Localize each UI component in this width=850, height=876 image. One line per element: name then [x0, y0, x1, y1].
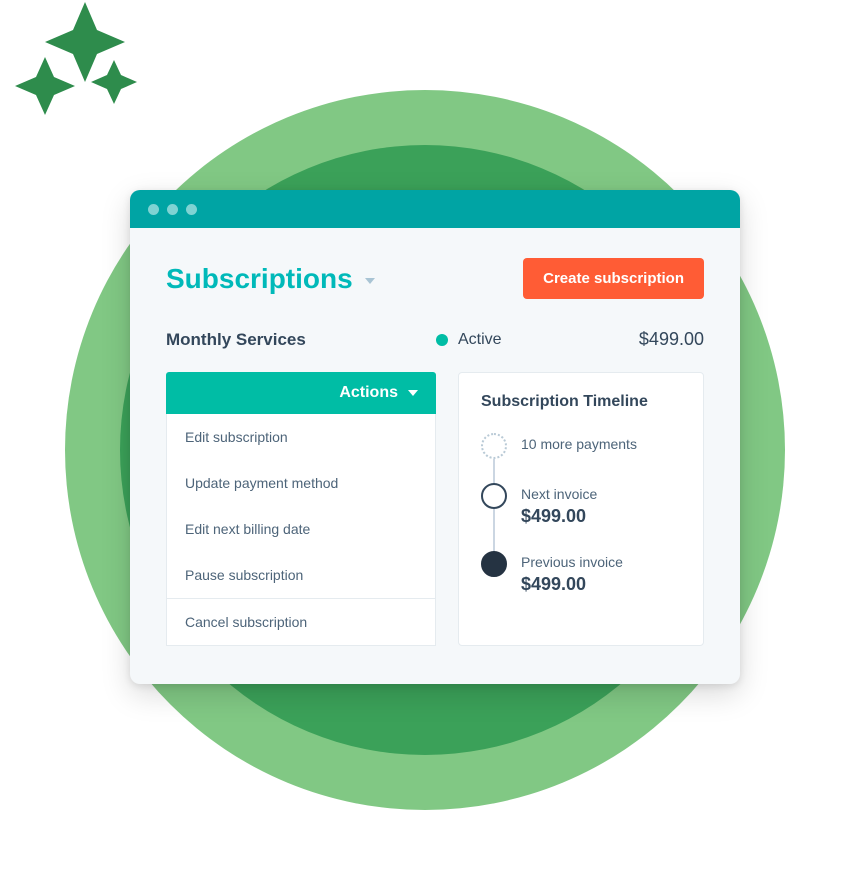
menu-item-cancel-subscription[interactable]: Cancel subscription: [167, 598, 435, 645]
timeline-item: Previous invoice $499.00: [481, 551, 681, 595]
timeline-list: 10 more payments Next invoice $499.00: [481, 433, 681, 595]
timeline-body: 10 more payments: [521, 433, 681, 459]
timeline-panel: Subscription Timeline 10 more payments: [458, 372, 704, 646]
app-window: Subscriptions Create subscription Monthl…: [130, 190, 740, 684]
timeline-label: 10 more payments: [521, 433, 681, 452]
status-dot-icon: [436, 334, 448, 346]
main-columns: Actions Edit subscription Update payment…: [166, 372, 704, 646]
window-titlebar: [130, 190, 740, 228]
window-dot: [148, 204, 159, 215]
timeline-item: 10 more payments: [481, 433, 681, 483]
window-dot: [186, 204, 197, 215]
sparkle-icon: [15, 2, 155, 147]
page-title-text: Subscriptions: [166, 263, 353, 295]
status-badge: Active: [436, 331, 639, 349]
timeline-body: Previous invoice $499.00: [521, 551, 681, 595]
menu-item-update-payment[interactable]: Update payment method: [167, 460, 435, 506]
actions-label: Actions: [339, 384, 398, 402]
status-label: Active: [458, 331, 502, 349]
subscription-name: Monthly Services: [166, 330, 436, 350]
timeline-node-future-icon: [481, 433, 507, 459]
window-dot: [167, 204, 178, 215]
subscription-amount: $499.00: [639, 329, 704, 350]
page-title-dropdown[interactable]: Subscriptions: [166, 263, 375, 295]
timeline-connector: [493, 509, 495, 555]
menu-item-edit-subscription[interactable]: Edit subscription: [167, 414, 435, 460]
timeline-label: Next invoice: [521, 483, 681, 502]
subscription-summary-row: Monthly Services Active $499.00: [166, 329, 704, 350]
actions-dropdown-header[interactable]: Actions: [166, 372, 436, 414]
actions-menu: Edit subscription Update payment method …: [166, 414, 436, 646]
window-content: Subscriptions Create subscription Monthl…: [130, 228, 740, 684]
menu-item-edit-billing-date[interactable]: Edit next billing date: [167, 506, 435, 552]
create-subscription-button[interactable]: Create subscription: [523, 258, 704, 299]
chevron-down-icon: [408, 390, 418, 396]
timeline-title: Subscription Timeline: [481, 393, 681, 411]
timeline-item: Next invoice $499.00: [481, 483, 681, 551]
chevron-down-icon: [365, 278, 375, 284]
timeline-node-previous-icon: [481, 551, 507, 577]
menu-item-pause-subscription[interactable]: Pause subscription: [167, 552, 435, 598]
timeline-amount: $499.00: [521, 574, 681, 595]
actions-panel: Actions Edit subscription Update payment…: [166, 372, 436, 646]
timeline-node-next-icon: [481, 483, 507, 509]
header-row: Subscriptions Create subscription: [166, 258, 704, 299]
timeline-amount: $499.00: [521, 506, 681, 527]
timeline-label: Previous invoice: [521, 551, 681, 570]
timeline-body: Next invoice $499.00: [521, 483, 681, 527]
